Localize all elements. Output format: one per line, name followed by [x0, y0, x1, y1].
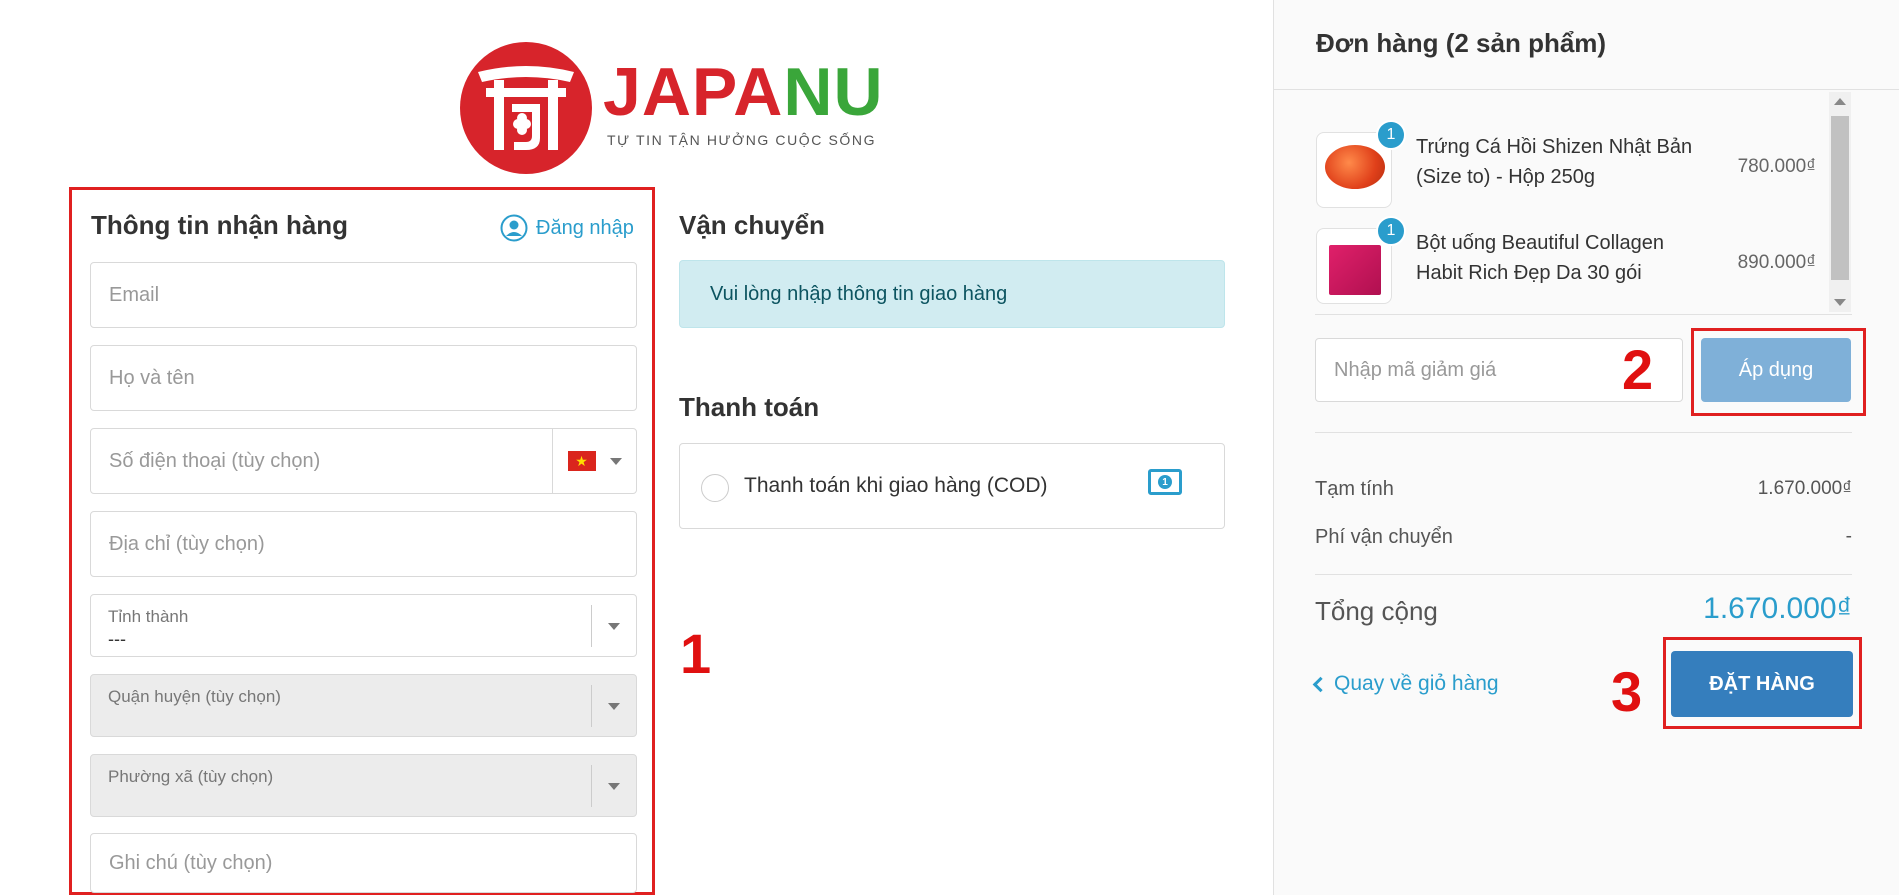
shipping-info-title: Thông tin nhận hàng — [91, 210, 349, 240]
chevron-down-icon — [608, 623, 620, 630]
province-select[interactable]: Tỉnh thành --- — [90, 594, 637, 657]
product-price: 890.000₫ — [1737, 252, 1816, 273]
shipping-fee-value: - — [1845, 526, 1852, 547]
email-input[interactable] — [91, 263, 636, 327]
payment-title: Thanh toán — [679, 392, 820, 422]
province-value: --- — [108, 629, 126, 649]
product-list-scrollbar[interactable] — [1829, 92, 1851, 312]
ward-select[interactable]: Phường xã (tùy chọn) — [90, 754, 637, 817]
chevron-down-icon — [608, 783, 620, 790]
district-select[interactable]: Quận huyện (tùy chọn) — [90, 674, 637, 737]
name-input[interactable] — [91, 346, 636, 410]
chevron-down-icon — [608, 703, 620, 710]
product-name: Bột uống Beautiful Collagen Habit Rich Đ… — [1416, 232, 1664, 284]
back-to-cart-link[interactable]: Quay về giỏ hàng — [1312, 672, 1499, 696]
divider — [1315, 432, 1852, 433]
back-to-cart-label: Quay về giỏ hàng — [1334, 672, 1499, 695]
quantity-badge: 1 — [1376, 120, 1406, 150]
ward-label: Phường xã (tùy chọn) — [108, 767, 274, 786]
scroll-thumb[interactable] — [1831, 116, 1849, 280]
subtotal-label: Tạm tính — [1315, 478, 1394, 500]
cod-label: Thanh toán khi giao hàng (COD) — [744, 474, 1048, 497]
phone-input[interactable] — [91, 429, 551, 493]
apply-coupon-button[interactable]: Áp dụng — [1701, 338, 1851, 402]
note-field[interactable] — [90, 833, 637, 893]
brand-name: JAPANU — [603, 54, 884, 130]
product-name: Trứng Cá Hồi Shizen Nhật Bản (Size to) -… — [1416, 136, 1693, 188]
login-link[interactable]: Đăng nhập — [500, 214, 634, 242]
order-title: Đơn hàng (2 sản phẩm) — [1316, 28, 1607, 58]
order-header: Đơn hàng (2 sản phẩm) — [1274, 0, 1899, 90]
delivery-title: Vận chuyển — [679, 210, 825, 240]
subtotal-row: Tạm tính 1.670.000₫ — [1315, 478, 1852, 501]
scroll-down-icon[interactable] — [1834, 299, 1846, 306]
shipping-fee-label: Phí vận chuyển — [1315, 526, 1453, 548]
order-summary-sidebar: Đơn hàng (2 sản phẩm) 1 Trứng Cá Hồi Shi… — [1273, 0, 1899, 895]
step-number-1: 1 — [680, 622, 712, 685]
product-list: 1 Trứng Cá Hồi Shizen Nhật Bản (Size to)… — [1316, 92, 1856, 312]
delivery-info-alert: Vui lòng nhập thông tin giao hàng — [679, 260, 1225, 328]
brand-tagline: TỰ TIN TẬN HƯỞNG CUỘC SỐNG — [607, 132, 877, 148]
place-order-button[interactable]: ĐẶT HÀNG — [1671, 651, 1853, 717]
select-separator — [591, 605, 592, 647]
chevron-left-icon — [1312, 676, 1329, 692]
province-label: Tỉnh thành — [108, 607, 189, 626]
note-input[interactable] — [91, 834, 636, 892]
divider — [1315, 574, 1852, 575]
address-field[interactable] — [90, 511, 637, 577]
total-label: Tổng cộng — [1315, 596, 1438, 626]
subtotal-value: 1.670.000₫ — [1757, 478, 1852, 499]
total-value: 1.670.000₫ — [1703, 592, 1852, 625]
product-item: 1 Trứng Cá Hồi Shizen Nhật Bản (Size to)… — [1316, 120, 1816, 212]
brand-logo[interactable]: JAPANU TỰ TIN TẬN HƯỞNG CUỘC SỐNG — [460, 42, 883, 174]
phone-field[interactable]: ★ — [90, 428, 637, 494]
select-separator — [591, 765, 592, 807]
product-item: 1 Bột uống Beautiful Collagen Habit Rich… — [1316, 216, 1816, 308]
country-code-select[interactable]: ★ — [552, 429, 636, 493]
district-label: Quận huyện (tùy chọn) — [108, 687, 281, 706]
torii-gate-icon — [460, 42, 592, 174]
quantity-badge: 1 — [1376, 216, 1406, 246]
email-field[interactable] — [90, 262, 637, 328]
vietnam-flag-icon: ★ — [567, 451, 596, 471]
user-icon — [500, 214, 528, 242]
cash-icon: 1 — [1148, 469, 1182, 495]
cod-radio[interactable] — [701, 474, 729, 502]
chevron-down-icon — [609, 457, 622, 465]
login-label: Đăng nhập — [536, 216, 634, 239]
name-field[interactable] — [90, 345, 637, 411]
select-separator — [591, 685, 592, 727]
payment-option-cod[interactable]: Thanh toán khi giao hàng (COD) 1 — [679, 443, 1225, 529]
product-price: 780.000₫ — [1737, 156, 1816, 177]
divider — [1315, 314, 1852, 315]
shipping-fee-row: Phí vận chuyển - — [1315, 526, 1852, 549]
address-input[interactable] — [91, 512, 636, 576]
scroll-up-icon[interactable] — [1834, 98, 1846, 105]
step-number-3: 3 — [1611, 660, 1643, 723]
step-number-2: 2 — [1622, 338, 1654, 401]
